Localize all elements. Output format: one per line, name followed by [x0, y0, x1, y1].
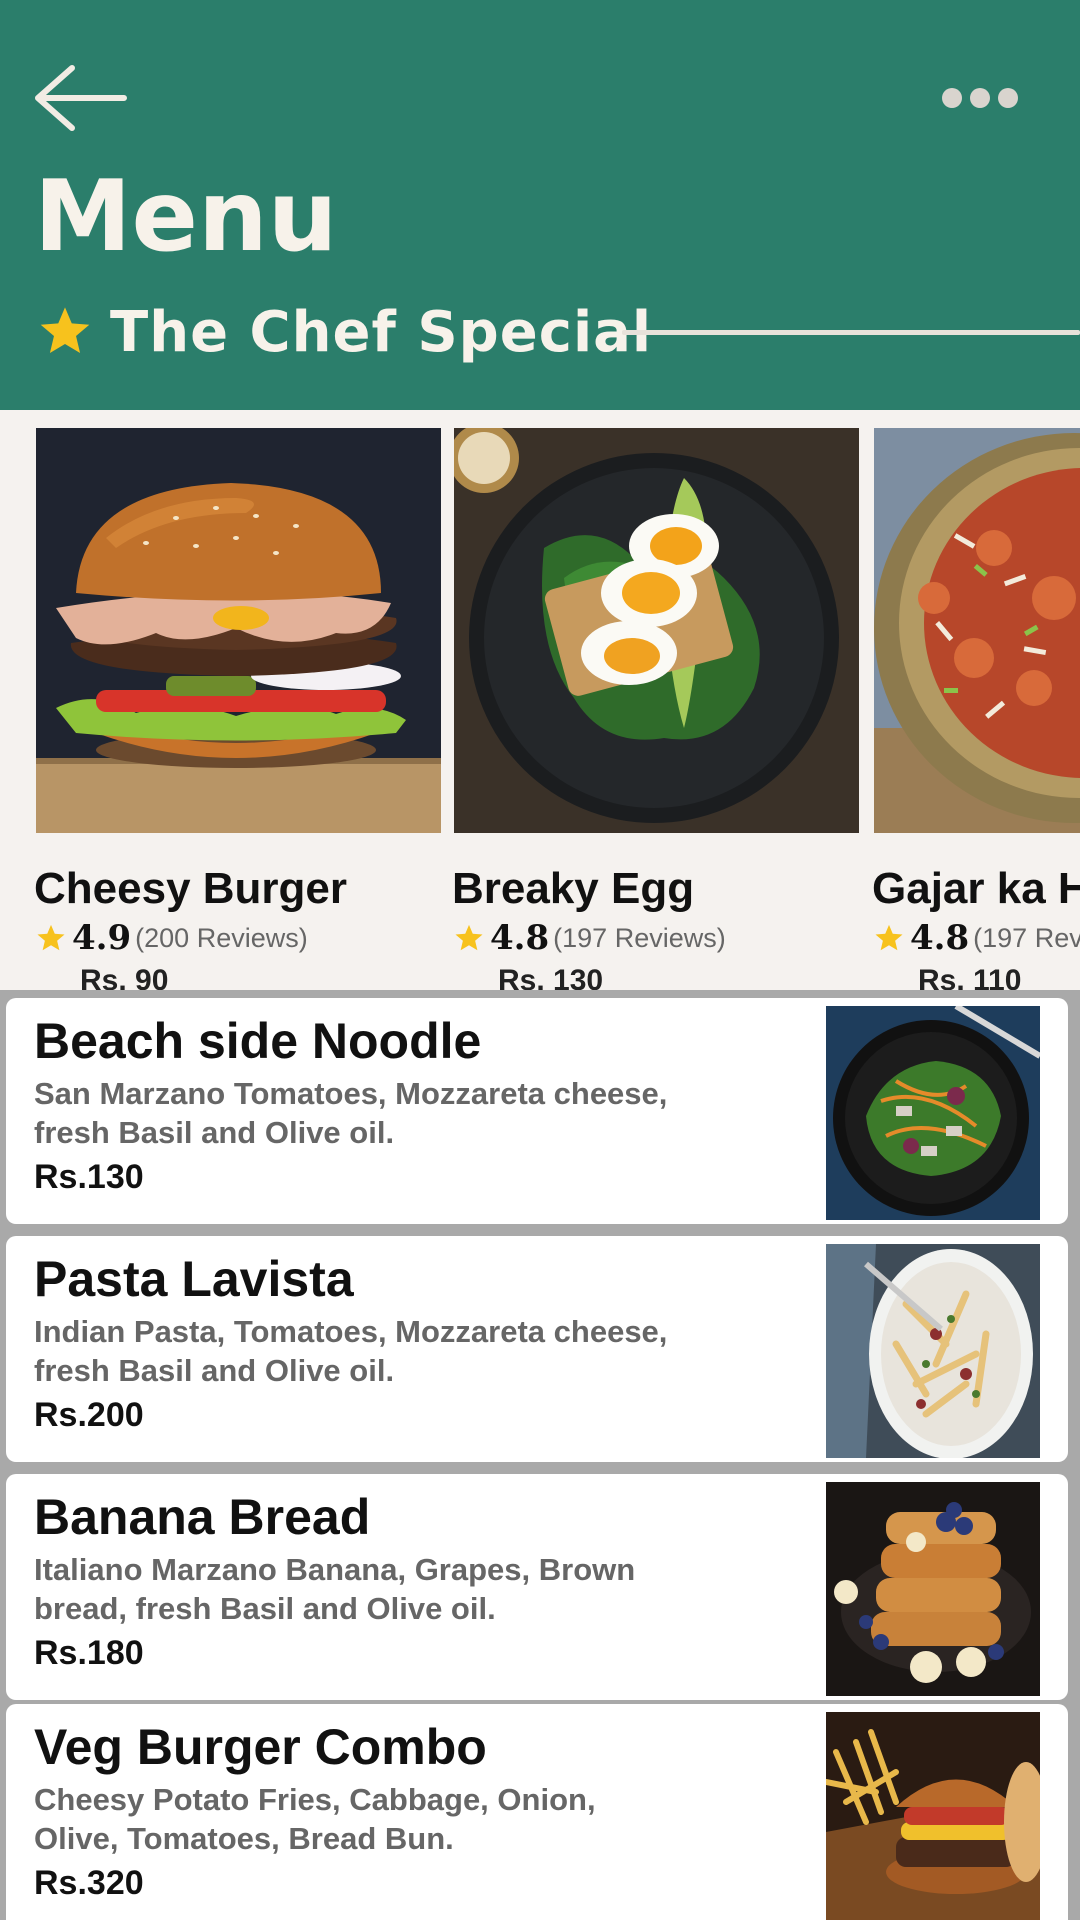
veg-burger-combo-image [826, 1712, 1040, 1920]
menu-list-item[interactable]: Pasta Lavista Indian Pasta, Tomatoes, Mo… [6, 1236, 1068, 1462]
review-count: (200 Reviews) [135, 922, 308, 953]
menu-list-item[interactable]: Veg Burger Combo Cheesy Potato Fries, Ca… [6, 1704, 1068, 1920]
special-card-rating: 4.8(197 Reviews) [874, 918, 1080, 958]
banana-bread-image [826, 1482, 1040, 1696]
star-icon [875, 924, 903, 951]
menu-item-price: Rs.200 [34, 1396, 144, 1434]
cheesy-burger-image [36, 428, 441, 833]
special-card-name: Cheesy Burger [34, 864, 348, 913]
menu-item-description: Cheesy Potato Fries, Cabbage, Onion, Oli… [34, 1782, 596, 1856]
rating-value: 4.9 [72, 918, 132, 958]
section-header-chef-special: The Chef Special [38, 300, 1080, 366]
special-card-name: Gajar ka Halwa [872, 864, 1080, 913]
menu-item-description: San Marzano Tomatoes, Mozzareta cheese, … [34, 1076, 668, 1150]
menu-item-name: Beach side Noodle [34, 1013, 482, 1069]
special-card-name: Breaky Egg [452, 864, 695, 913]
beach-side-noodle-image [826, 1006, 1040, 1220]
app-header: Menu The Chef Special [0, 0, 1080, 410]
menu-item-name: Veg Burger Combo [34, 1719, 487, 1775]
more-horizontal-icon [942, 88, 1018, 108]
rating-value: 4.8 [490, 918, 550, 958]
special-card-price: Rs. 90 [80, 964, 169, 990]
special-card-price: Rs. 130 [498, 964, 604, 990]
review-count: (197 Reviews) [973, 922, 1080, 953]
gajar-halwa-image [874, 428, 1080, 833]
special-card[interactable]: Cheesy Burger 4.9 (200 Reviews) Rs. 90 [34, 428, 441, 990]
menu-list-item[interactable]: Beach side Noodle San Marzano Tomatoes, … [6, 998, 1068, 1224]
menu-item-description: Indian Pasta, Tomatoes, Mozzareta cheese… [34, 1314, 668, 1388]
star-icon [455, 924, 483, 951]
special-card-rating: 4.9 (200 Reviews) [36, 918, 308, 958]
page-title: Menu [34, 160, 338, 274]
menu-item-name: Banana Bread [34, 1489, 371, 1545]
special-card[interactable]: Gajar ka Halwa 4.8(197 Reviews) Rs. 110 [872, 428, 1080, 990]
star-icon [37, 924, 65, 951]
breaky-egg-image [454, 428, 859, 833]
section-divider [622, 330, 1080, 335]
pasta-lavista-image [826, 1244, 1040, 1458]
rating-value: 4.8 [910, 918, 970, 958]
menu-item-price: Rs.130 [34, 1158, 144, 1196]
special-card-rating: 4.8(197 Reviews) [454, 918, 726, 958]
menu-item-price: Rs.320 [34, 1864, 144, 1902]
menu-item-name: Pasta Lavista [34, 1251, 354, 1307]
arrow-left-icon [35, 65, 127, 131]
review-count: (197 Reviews) [553, 922, 726, 953]
menu-item-description: Italiano Marzano Banana, Grapes, Brown b… [34, 1552, 636, 1626]
more-options-button[interactable] [940, 80, 1020, 116]
special-card[interactable]: Breaky Egg 4.8 (197 Reviews) Rs. 130 [452, 428, 859, 990]
back-button[interactable] [32, 62, 128, 134]
star-icon [40, 307, 90, 354]
chef-special-carousel[interactable]: Cheesy Burger 4.9 (200 Reviews) Rs. 90 Br… [0, 410, 1080, 990]
section-title: The Chef Special [110, 300, 653, 365]
menu-item-price: Rs.180 [34, 1634, 144, 1672]
menu-list-item[interactable]: Banana Bread Italiano Marzano Banana, Gr… [6, 1474, 1068, 1700]
special-card-price: Rs. 110 [918, 964, 1022, 990]
